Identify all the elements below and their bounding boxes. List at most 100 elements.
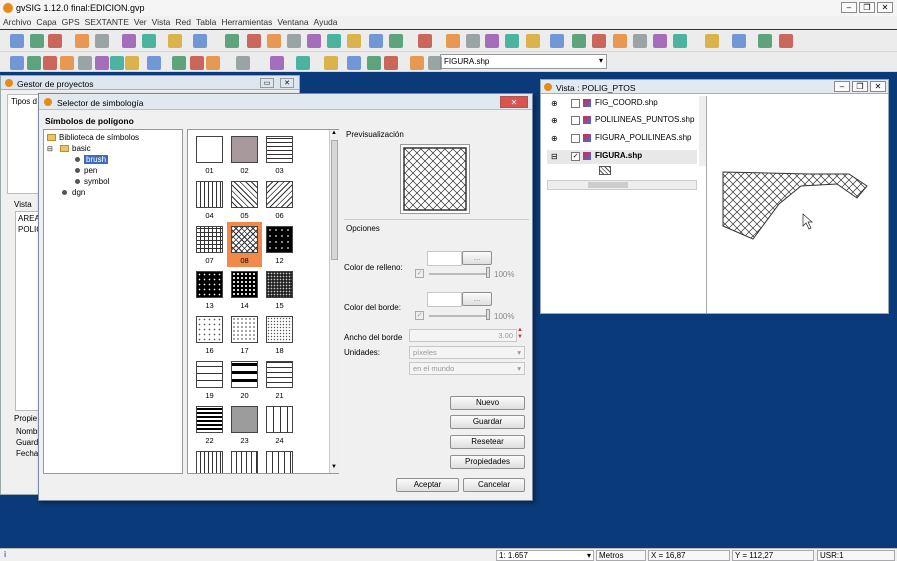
symbol-swatch-20[interactable]	[231, 361, 258, 388]
layer-polilineas-puntos[interactable]: POLILINEAS_PUNTOS.shp	[595, 115, 694, 124]
symbol-swatch-12[interactable]	[266, 226, 293, 253]
toolbar-tool-icon[interactable]	[270, 56, 284, 70]
layer-fig-coord[interactable]: FIG_COORD.shp	[595, 98, 658, 107]
slider-thumb[interactable]	[486, 267, 490, 278]
tree-item-symbol[interactable]: symbol	[84, 177, 109, 186]
menu-red[interactable]: Red	[175, 17, 191, 27]
toolbar-tool-icon[interactable]	[410, 56, 424, 70]
toc-vscrollbar[interactable]	[699, 96, 706, 166]
symbol-library-tree[interactable]: Biblioteca de símbolos ⊟ basic brush pen…	[43, 129, 183, 474]
toolbar-tool-icon[interactable]	[48, 34, 62, 48]
toolbar-tool-icon[interactable]	[673, 34, 687, 48]
toolbar-tool-icon[interactable]	[267, 34, 281, 48]
toolbar-tool-icon[interactable]	[296, 56, 310, 70]
toolbar-tool-icon[interactable]	[367, 56, 381, 70]
close-icon[interactable]: ✕	[280, 78, 294, 88]
tree-item-brush[interactable]: brush	[84, 155, 109, 164]
toolbar-tool-icon[interactable]	[369, 34, 383, 48]
toolbar-tool-icon[interactable]	[389, 34, 403, 48]
toolbar-tool-icon[interactable]	[122, 34, 136, 48]
toolbar-tool-icon[interactable]	[78, 56, 92, 70]
menu-capa[interactable]: Capa	[36, 17, 56, 27]
collapse-icon[interactable]: ⊟	[551, 152, 558, 161]
symbol-swatch-15[interactable]	[266, 271, 293, 298]
restore-icon[interactable]: ❐	[859, 2, 875, 13]
symbol-swatch-07[interactable]	[196, 226, 223, 253]
toolbar-tool-icon[interactable]	[27, 56, 41, 70]
border-color-field[interactable]	[427, 292, 462, 307]
toolbar-tool-icon[interactable]	[418, 34, 432, 48]
toolbar-tool-icon[interactable]	[347, 34, 361, 48]
units-select[interactable]: píxeles ▾	[409, 346, 525, 359]
toolbar-tool-icon[interactable]	[485, 34, 499, 48]
toolbar-tool-icon[interactable]	[247, 34, 261, 48]
layer-combo[interactable]: FIGURA.shp ▾	[440, 54, 607, 69]
toolbar-tool-icon[interactable]	[75, 34, 89, 48]
save-button[interactable]: Guardar	[450, 415, 525, 429]
spinner-arrows-icon[interactable]: ▲ ▼	[517, 327, 523, 341]
symbol-swatch-18[interactable]	[266, 316, 293, 343]
symbol-swatch-partial[interactable]	[266, 451, 293, 473]
toolbar-tool-icon[interactable]	[142, 34, 156, 48]
cancel-button[interactable]: Cancelar	[463, 478, 525, 492]
minimize-icon[interactable]: –	[834, 81, 850, 92]
expand-icon[interactable]: ⊕	[551, 134, 558, 143]
map-canvas[interactable]	[709, 96, 887, 314]
menu-sextante[interactable]: SEXTANTE	[85, 17, 129, 27]
layer-checkbox-checked[interactable]: ✓	[571, 152, 580, 161]
toolbar-tool-icon[interactable]	[758, 34, 772, 48]
toolbar-tool-icon[interactable]	[287, 34, 301, 48]
toolbar-tool-icon[interactable]	[110, 56, 124, 70]
symbol-swatch-24[interactable]	[266, 406, 293, 433]
toolbar-tool-icon[interactable]	[327, 34, 341, 48]
toolbar-tool-icon[interactable]	[505, 34, 519, 48]
close-icon[interactable]: ✕	[870, 81, 886, 92]
symbol-swatch-23[interactable]	[231, 406, 258, 433]
toolbar-tool-icon[interactable]	[592, 34, 606, 48]
restore-icon[interactable]: ❐	[852, 81, 868, 92]
toolbar-tool-icon[interactable]	[466, 34, 480, 48]
layer-figura-polilineas[interactable]: FIGURA_POLILINEAS.shp	[595, 133, 691, 142]
symbol-swatch-13[interactable]	[196, 271, 223, 298]
accept-button[interactable]: Aceptar	[396, 478, 459, 492]
list-item[interactable]: AREA	[18, 214, 40, 223]
symbol-grid[interactable]: 01 02 03 04 05 06 07 08 12 13 14 15 16 17 18 19 20 21 22 23…	[187, 129, 339, 474]
toolbar-tool-icon[interactable]	[172, 56, 186, 70]
chevron-down-icon[interactable]: ▼	[331, 464, 337, 470]
toc-scrollbar[interactable]	[547, 180, 697, 190]
toolbar-tool-icon[interactable]	[168, 34, 182, 48]
toolbar-tool-icon[interactable]	[779, 34, 793, 48]
toolbar-tool-icon[interactable]	[613, 34, 627, 48]
layer-checkbox[interactable]	[571, 116, 580, 125]
toolbar-tool-icon[interactable]	[206, 56, 220, 70]
symbol-swatch-04[interactable]	[196, 181, 223, 208]
expand-icon[interactable]: ⊕	[551, 99, 558, 108]
scale-combo[interactable]: 1: 1.657 ▾	[496, 550, 594, 561]
toolbar-tool-icon[interactable]	[10, 34, 24, 48]
symbol-swatch-partial[interactable]	[231, 451, 258, 473]
toolbar-tool-icon[interactable]	[446, 34, 460, 48]
toolbar-tool-icon[interactable]	[550, 34, 564, 48]
fill-color-field[interactable]	[427, 251, 462, 266]
fill-color-picker-button[interactable]: ...	[462, 251, 492, 265]
symbol-swatch-22[interactable]	[196, 406, 223, 433]
symbol-swatch-03[interactable]	[266, 136, 293, 163]
symbol-swatch-17[interactable]	[231, 316, 258, 343]
tree-item-dgn[interactable]: dgn	[72, 188, 85, 197]
symbol-swatch-01[interactable]	[196, 136, 223, 163]
menu-herramientas[interactable]: Herramientas	[221, 17, 272, 27]
toolbar-tool-icon[interactable]	[526, 34, 540, 48]
toolbar-tool-icon[interactable]	[30, 34, 44, 48]
close-icon[interactable]: ✕	[500, 96, 528, 108]
toolbar-tool-icon[interactable]	[384, 56, 398, 70]
toolbar-tool-icon[interactable]	[60, 56, 74, 70]
toolbar-tool-icon[interactable]	[653, 34, 667, 48]
border-color-picker-button[interactable]: ...	[462, 292, 492, 306]
tree-item-pen[interactable]: pen	[84, 166, 97, 175]
menu-tabla[interactable]: Tabla	[196, 17, 216, 27]
minimize-icon[interactable]: ▭	[260, 78, 274, 88]
expand-icon[interactable]: ⊕	[551, 116, 558, 125]
toolbar-tool-icon[interactable]	[324, 56, 338, 70]
toolbar-tool-icon[interactable]	[236, 56, 250, 70]
symbol-swatch-partial[interactable]	[196, 451, 223, 473]
